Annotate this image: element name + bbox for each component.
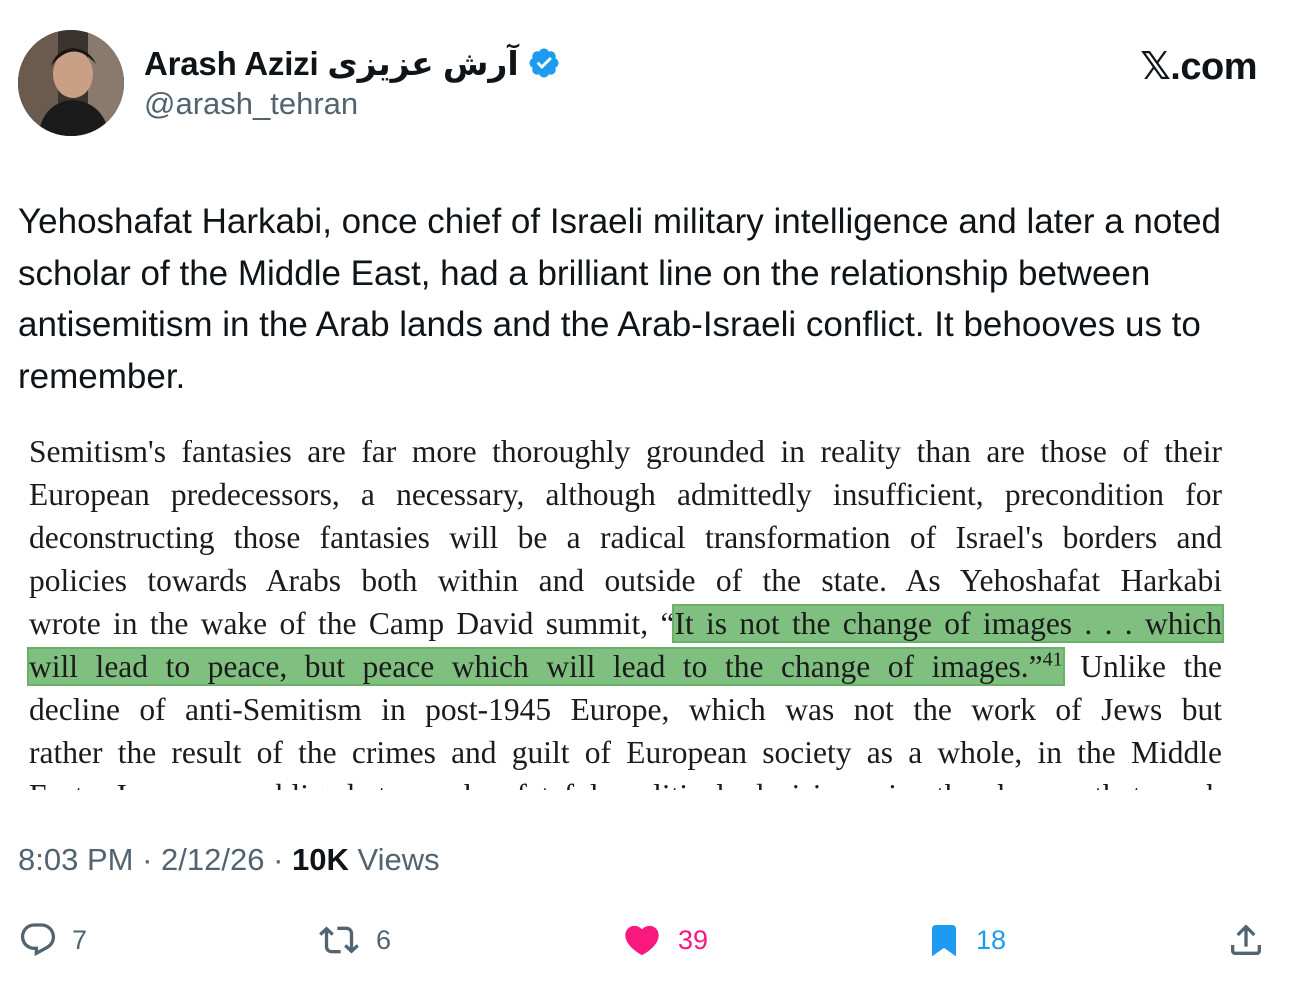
brand-logo: 𝕏.com [1140, 46, 1257, 88]
excerpt-text: will lead to peace, but peace which will… [29, 649, 1043, 684]
avatar[interactable] [18, 30, 124, 136]
excerpt-line: wrote in the wake of the Camp David summ… [29, 602, 1224, 645]
share-button[interactable] [1226, 912, 1266, 968]
reply-count: 7 [72, 924, 88, 955]
bookmark-icon [926, 920, 962, 960]
views-label: Views [348, 842, 440, 877]
meta-separator: · [264, 842, 293, 877]
author-handle[interactable]: @arash_tehran [144, 86, 358, 122]
repost-icon [316, 920, 362, 960]
repost-button[interactable]: 6 [316, 912, 391, 968]
meta-separator: · [133, 842, 162, 877]
excerpt-line: rather the result of the crimes and guil… [29, 735, 1222, 770]
like-count: 39 [678, 924, 709, 955]
verified-badge-icon [527, 46, 561, 80]
excerpt-line: European predecessors, a necessary, alth… [29, 477, 1222, 512]
repost-count: 6 [376, 924, 392, 955]
excerpt-text: wrote in the wake of the Camp David summ… [29, 606, 675, 641]
excerpt-highlight: will lead to peace, but peace which will… [27, 647, 1065, 686]
tweet-time[interactable]: 8:03 PM [18, 842, 133, 877]
footnote-marker: 41 [1042, 648, 1063, 671]
author-display-name[interactable]: Arash Azizi آرش عزیزی [144, 44, 519, 83]
excerpt-text: Unlike the [1062, 649, 1222, 684]
excerpt-image[interactable]: Semitism's fantasies are far more thorou… [0, 440, 1291, 790]
excerpt-line: policies towards Arabs both within and o… [29, 563, 1222, 598]
excerpt-line: Semitism's fantasies are far more thorou… [29, 440, 1222, 469]
views-count: 10K [292, 842, 349, 877]
excerpt-line: will lead to peace, but peace which will… [27, 645, 1222, 688]
tweet-date[interactable]: 2/12/26 [161, 842, 264, 877]
bookmark-button[interactable]: 18 [926, 912, 1006, 968]
share-icon [1226, 920, 1266, 960]
tweet-text: Yehoshafat Harkabi, once chief of Israel… [18, 202, 1222, 396]
excerpt-highlight: It is not the change of images . . . whi… [672, 604, 1224, 643]
heart-icon [620, 920, 664, 960]
excerpt-line: East, Jews are obliged to make fateful p… [29, 774, 1222, 790]
excerpt-line: decline of anti-Semitism in post-1945 Eu… [29, 692, 1222, 727]
like-button[interactable]: 39 [620, 912, 708, 968]
author-name-row[interactable]: Arash Azizi آرش عزیزی [144, 40, 561, 86]
action-bar: 7 6 39 18 [0, 912, 1291, 968]
excerpt-line: deconstructing those fantasies will be a… [29, 520, 1222, 555]
bookmark-count: 18 [976, 924, 1007, 955]
reply-button[interactable]: 7 [18, 912, 87, 968]
tweet-meta: 8:03 PM · 2/12/26 · 10K Views [18, 842, 440, 878]
reply-icon [18, 920, 58, 960]
